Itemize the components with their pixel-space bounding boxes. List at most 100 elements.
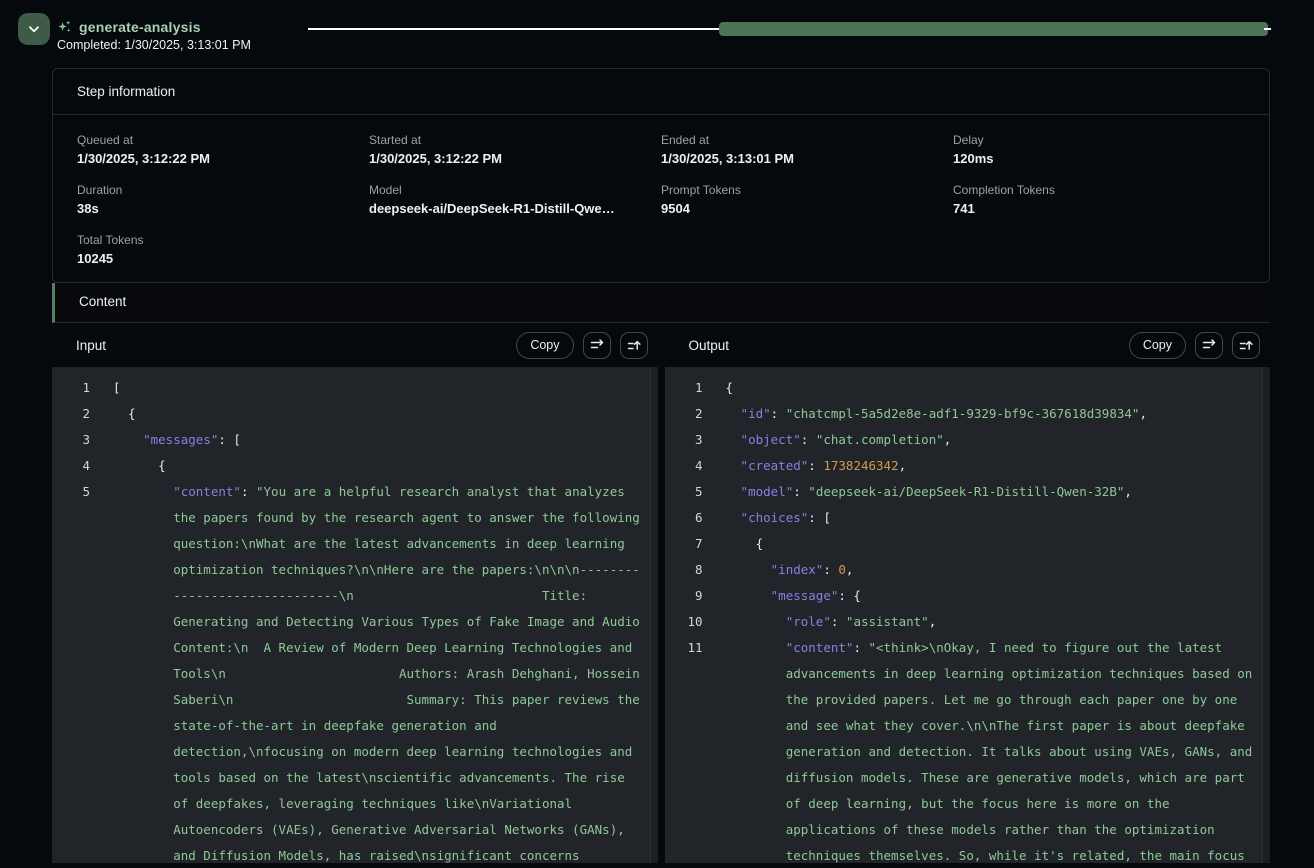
step-information-title: Step information	[53, 69, 1269, 115]
wrap-text-button[interactable]	[583, 332, 611, 359]
expand-icon	[626, 337, 642, 353]
line-number: 4	[665, 453, 703, 479]
code-line: 5 "content": "You are a helpful research …	[52, 479, 658, 863]
timeline-track	[308, 28, 720, 30]
input-panel-header: Input Copy	[52, 323, 658, 367]
step-information-card: Step information Queued at 1/30/2025, 3:…	[52, 68, 1270, 283]
code-content: "message": {	[726, 583, 1255, 609]
output-scrollbar[interactable]	[1262, 367, 1270, 863]
line-number: 9	[665, 583, 703, 609]
line-number: 5	[665, 479, 703, 505]
code-line: 9 "message": {	[665, 583, 1271, 609]
field-label: Delay	[953, 133, 1245, 147]
code-line: 5 "model": "deepseek-ai/DeepSeek-R1-Disti…	[665, 479, 1271, 505]
output-panel-title: Output	[689, 338, 1129, 353]
step-status-line: Completed: 1/30/2025, 3:13:01 PM	[57, 38, 251, 52]
output-panel-actions: Copy	[1129, 332, 1260, 359]
wrap-text-icon	[589, 337, 605, 353]
copy-button[interactable]: Copy	[1129, 332, 1186, 359]
line-number: 4	[52, 453, 90, 479]
step-name[interactable]: generate-analysis	[79, 19, 201, 35]
trace-header: generate-analysis Completed: 1/30/2025, …	[0, 0, 1314, 60]
expand-icon	[1238, 337, 1254, 353]
expand-button[interactable]	[1232, 332, 1260, 359]
code-lines-input: 1[2{3"messages": [4{5"content": "You are…	[52, 375, 658, 863]
field-label: Ended at	[661, 133, 953, 147]
line-number: 2	[665, 401, 703, 427]
chevron-down-icon	[26, 21, 42, 37]
field-started-at: Started at 1/30/2025, 3:12:22 PM	[369, 133, 661, 166]
field-label: Started at	[369, 133, 661, 147]
field-delay: Delay 120ms	[953, 133, 1245, 166]
code-content: {	[726, 531, 1255, 557]
content-section-header: Content	[52, 283, 1270, 323]
code-line: 1[	[52, 375, 658, 401]
field-ended-at: Ended at 1/30/2025, 3:13:01 PM	[661, 133, 953, 166]
code-content: "model": "deepseek-ai/DeepSeek-R1-Distil…	[726, 479, 1255, 505]
line-number: 2	[52, 401, 90, 427]
input-scrollbar[interactable]	[650, 367, 658, 863]
code-line: 10"role": "assistant",	[665, 609, 1271, 635]
code-content: "created": 1738246342,	[726, 453, 1255, 479]
code-line: 2{	[52, 401, 658, 427]
field-label: Completion Tokens	[953, 183, 1245, 197]
field-value: 1/30/2025, 3:13:01 PM	[661, 151, 953, 166]
code-line: 7{	[665, 531, 1271, 557]
code-content: [	[113, 375, 642, 401]
line-number: 6	[665, 505, 703, 531]
field-value: 9504	[661, 201, 953, 216]
code-content: {	[113, 453, 642, 479]
output-panel-header: Output Copy	[665, 323, 1271, 367]
field-label: Total Tokens	[77, 233, 369, 247]
field-label: Prompt Tokens	[661, 183, 953, 197]
timeline-duration-bar[interactable]	[719, 22, 1268, 36]
timeline-end-tick	[1264, 28, 1271, 30]
line-number: 1	[665, 375, 703, 401]
code-line: 6 "choices": [	[665, 505, 1271, 531]
output-code-viewer[interactable]: 1 {2 "id": "chatcmpl-5a5d2e8e-adf1-9329-bf…	[665, 367, 1271, 863]
code-content: "choices": [	[726, 505, 1255, 531]
field-prompt-tokens: Prompt Tokens 9504	[661, 183, 953, 216]
input-panel-actions: Copy	[516, 332, 647, 359]
field-queued-at: Queued at 1/30/2025, 3:12:22 PM	[77, 133, 369, 166]
field-value: 10245	[77, 251, 369, 266]
line-number: 3	[52, 427, 90, 453]
step-information-grid: Queued at 1/30/2025, 3:12:22 PM Started …	[53, 115, 1269, 282]
expand-button[interactable]	[620, 332, 648, 359]
line-number: 8	[665, 557, 703, 583]
sparkles-icon	[56, 19, 72, 35]
code-line: 2 "id": "chatcmpl-5a5d2e8e-adf1-9329-bf9c…	[665, 401, 1271, 427]
code-line: 8"index": 0,	[665, 557, 1271, 583]
line-number: 11	[665, 635, 703, 661]
field-value: 1/30/2025, 3:12:22 PM	[369, 151, 661, 166]
field-label: Queued at	[77, 133, 369, 147]
code-content: "id": "chatcmpl-5a5d2e8e-adf1-9329-bf9c-…	[726, 401, 1255, 427]
field-value: 741	[953, 201, 1245, 216]
line-number: 1	[52, 375, 90, 401]
code-content: {	[726, 375, 1255, 401]
field-total-tokens: Total Tokens 10245	[77, 233, 369, 266]
code-content: "object": "chat.completion",	[726, 427, 1255, 453]
input-panel: Input Copy 1[2{3"message	[52, 323, 658, 863]
field-label: Model	[369, 183, 661, 197]
field-label: Duration	[77, 183, 369, 197]
copy-button[interactable]: Copy	[516, 332, 573, 359]
collapse-step-button[interactable]	[18, 13, 50, 45]
output-panel: Output Copy 1{2"id": "ch	[665, 323, 1271, 863]
code-line: 3"object": "chat.completion",	[665, 427, 1271, 453]
wrap-text-icon	[1201, 337, 1217, 353]
code-content: "role": "assistant",	[726, 609, 1255, 635]
field-value: 120ms	[953, 151, 1245, 166]
code-content: "messages": [	[113, 427, 642, 453]
content-panels: Input Copy 1[2{3"message	[52, 323, 1270, 863]
line-number: 5	[52, 479, 90, 505]
field-model: Model deepseek-ai/DeepSeek-R1-Distill-Qw…	[369, 183, 661, 216]
input-code-viewer[interactable]: 1[2{3"messages": [4{5"content": "You are…	[52, 367, 658, 863]
field-value: 1/30/2025, 3:12:22 PM	[77, 151, 369, 166]
code-content: "content": "You are a helpful research a…	[113, 479, 642, 863]
line-number: 7	[665, 531, 703, 557]
code-lines-output: 1 {2 "id": "chatcmpl-5a5d2e8e-adf1-9329-bf…	[665, 375, 1271, 863]
code-line: 4 "created": 1738246342,	[665, 453, 1271, 479]
wrap-text-button[interactable]	[1195, 332, 1223, 359]
code-content: "content": "<think>\nOkay, I need to fig…	[726, 635, 1255, 863]
